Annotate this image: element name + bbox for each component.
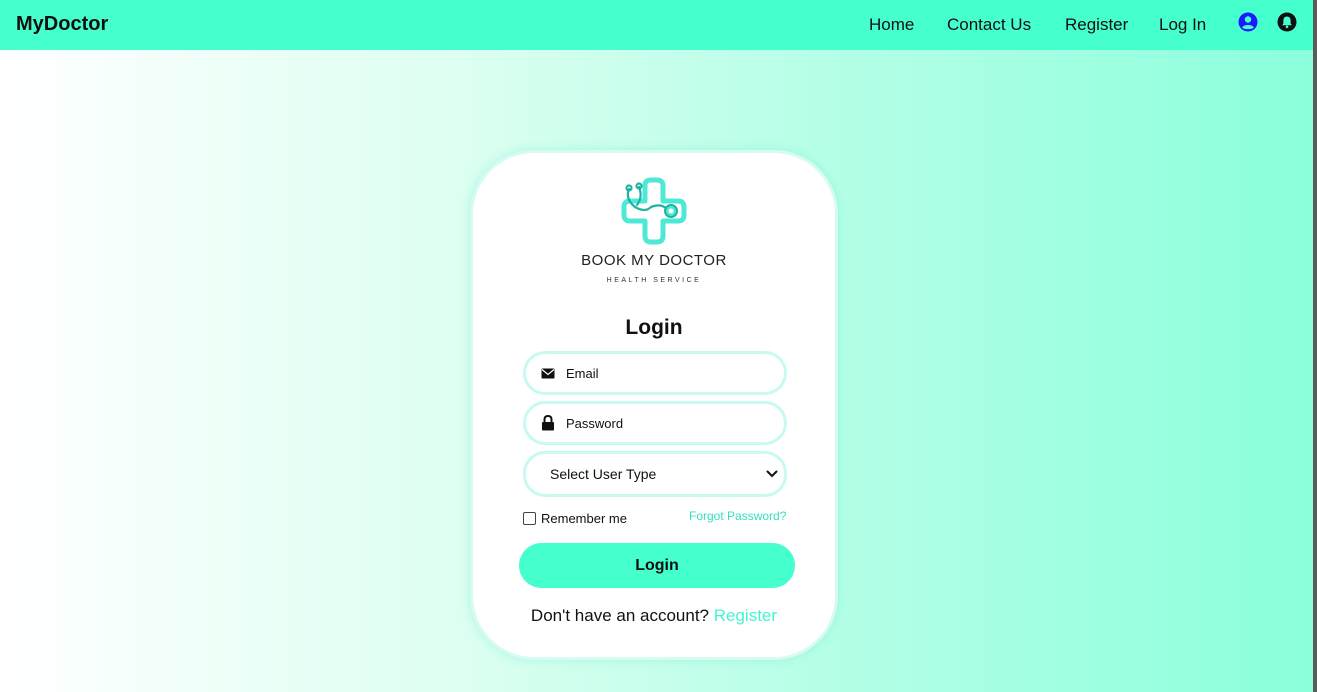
password-input[interactable] xyxy=(566,415,766,431)
remember-me: Remember me xyxy=(523,511,627,526)
register-prompt-text: Don't have an account? xyxy=(530,606,710,625)
register-link[interactable]: Register xyxy=(714,606,777,625)
login-card: BOOK MY DOCTOR HEALTH SERVICE Login Sele… xyxy=(470,150,838,660)
logo-subtitle: HEALTH SERVICE xyxy=(606,277,702,284)
medical-cross-logo-icon xyxy=(615,177,691,247)
nav-links: Home Contact Us Register Log In xyxy=(0,0,1313,50)
register-prompt: Don't have an account? Register xyxy=(473,606,835,626)
email-field[interactable] xyxy=(523,351,787,395)
window-edge xyxy=(1313,0,1317,692)
user-type-select[interactable]: Select User Type xyxy=(523,451,787,497)
chevron-down-icon xyxy=(766,465,778,483)
bell-icon[interactable] xyxy=(1277,12,1297,32)
email-input[interactable] xyxy=(566,365,766,381)
envelope-icon xyxy=(540,365,556,381)
navbar: MyDoctor Home Contact Us Register Log In xyxy=(0,0,1313,50)
forgot-password-link[interactable]: Forgot Password? xyxy=(689,509,786,523)
login-button[interactable]: Login xyxy=(519,543,795,588)
nav-link-log-in[interactable]: Log In xyxy=(1159,15,1206,35)
user-type-selected-value: Select User Type xyxy=(550,466,657,482)
remember-me-checkbox[interactable] xyxy=(523,512,536,525)
user-circle-icon[interactable] xyxy=(1238,12,1258,32)
nav-link-home[interactable]: Home xyxy=(869,15,914,35)
login-heading: Login xyxy=(625,316,683,339)
password-field[interactable] xyxy=(523,401,787,445)
remember-me-label[interactable]: Remember me xyxy=(541,511,627,526)
nav-link-contact-us[interactable]: Contact Us xyxy=(947,15,1031,35)
logo-title: BOOK MY DOCTOR xyxy=(581,252,727,269)
lock-icon xyxy=(540,415,556,431)
nav-link-register[interactable]: Register xyxy=(1065,15,1128,35)
